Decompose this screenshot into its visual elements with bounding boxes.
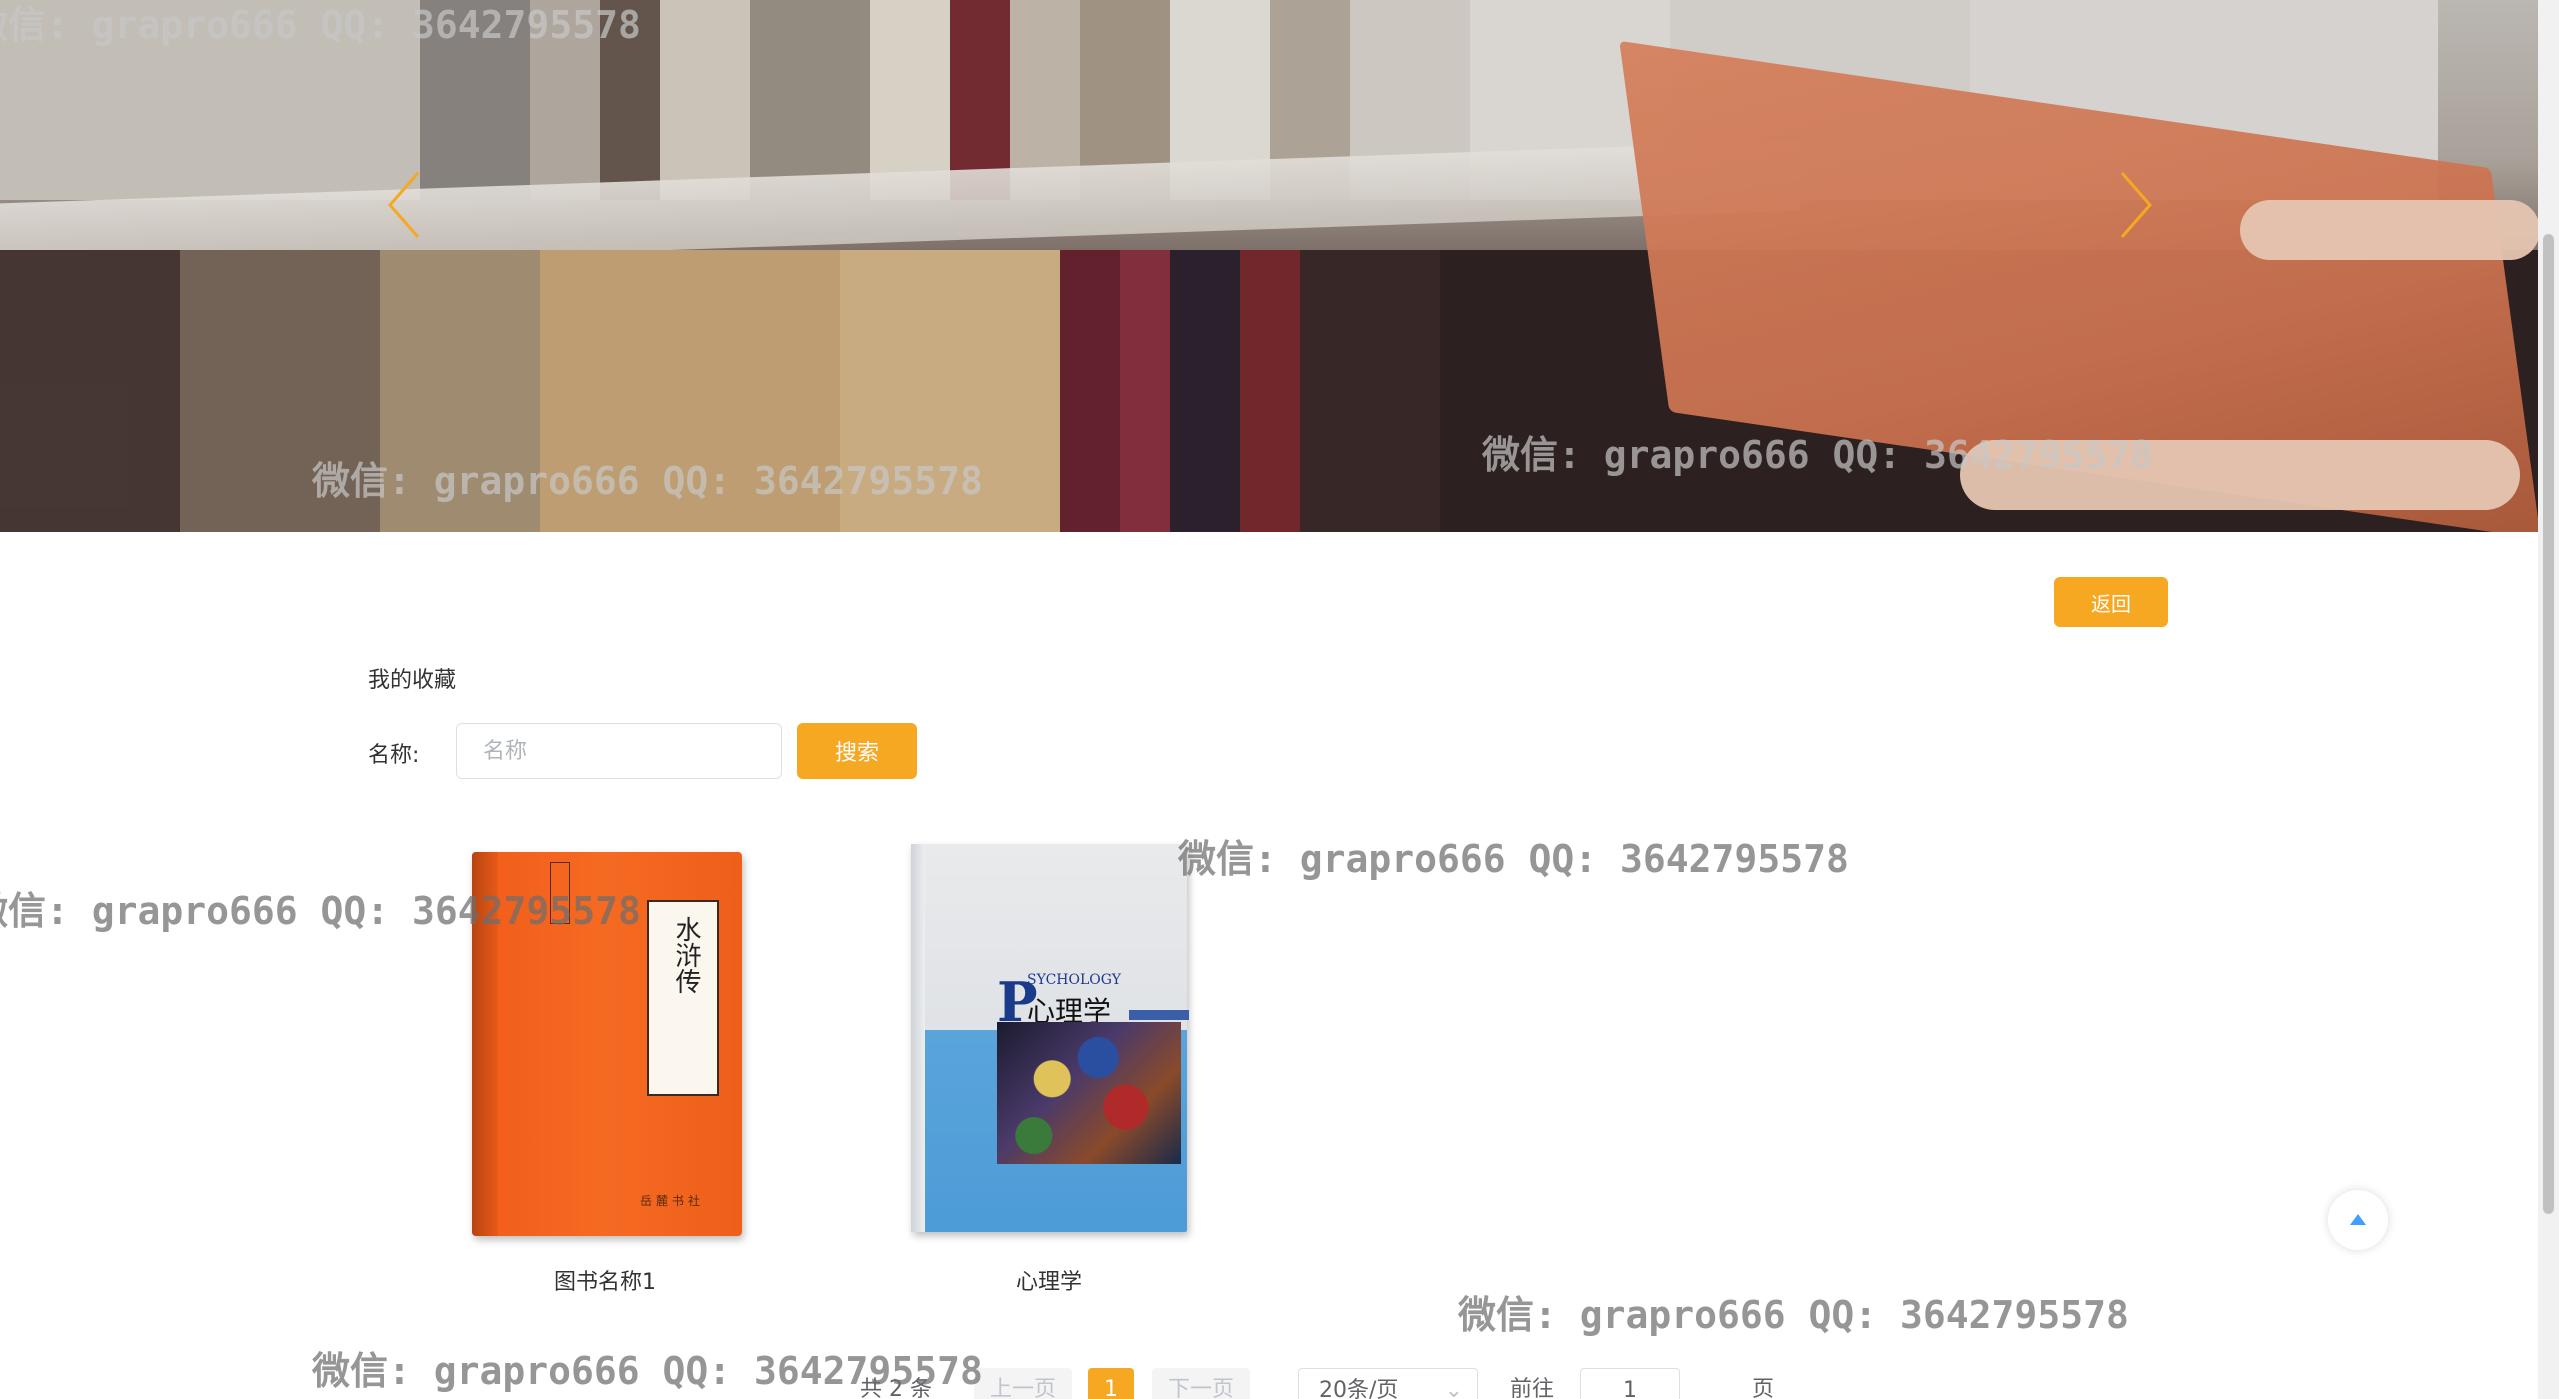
book-cover-image[interactable]: 水浒传 岳麓书社 bbox=[472, 852, 742, 1236]
goto-page-input[interactable]: 1 bbox=[1580, 1368, 1680, 1399]
goto-label: 前往 bbox=[1510, 1377, 1555, 1399]
chevron-right-icon[interactable] bbox=[2110, 165, 2160, 245]
book-title[interactable]: 图书名称1 bbox=[455, 1264, 755, 1296]
cover-publisher-text: 岳麓书社 bbox=[640, 1194, 705, 1208]
page-unit-label: 页 bbox=[1752, 1377, 1775, 1399]
page-size-value: 20条/页 bbox=[1319, 1378, 1399, 1399]
back-button[interactable]: 返回 bbox=[2054, 577, 2168, 627]
book-card[interactable]: 水浒传 岳麓书社 图书名称1 bbox=[455, 852, 755, 1295]
cover-title-en: SYCHOLOGY bbox=[1027, 972, 1121, 988]
page-title: 我的收藏 bbox=[368, 668, 457, 693]
cover-painting bbox=[997, 1022, 1181, 1164]
pagination: 共 2 条 上一页 1 下一页 20条/页 ⌄ 前往 1 页 bbox=[0, 1368, 2538, 1399]
book-cover-image[interactable]: P SYCHOLOGY 心理学 bbox=[911, 844, 1189, 1232]
chevron-left-icon[interactable] bbox=[380, 165, 430, 245]
chevron-down-icon: ⌄ bbox=[1444, 1378, 1463, 1399]
page-number-current[interactable]: 1 bbox=[1088, 1368, 1134, 1399]
book-title[interactable]: 心理学 bbox=[899, 1264, 1199, 1296]
search-input[interactable] bbox=[456, 723, 782, 779]
scrollbar-thumb[interactable] bbox=[2543, 234, 2554, 1214]
next-page-button[interactable]: 下一页 bbox=[1152, 1368, 1251, 1399]
pagination-total: 共 2 条 bbox=[860, 1377, 932, 1399]
page: 微信: grapro666 QQ: 3642795578 微信: grapro6… bbox=[0, 0, 2559, 1399]
scroll-to-top-button[interactable] bbox=[2328, 1190, 2388, 1250]
watermark: 微信: grapro666 QQ: 3642795578 bbox=[1178, 837, 1849, 881]
prev-page-button[interactable]: 上一页 bbox=[974, 1368, 1073, 1399]
cover-title-text: 水浒传 bbox=[671, 916, 701, 994]
page-size-select[interactable]: 20条/页 ⌄ bbox=[1298, 1368, 1478, 1399]
watermark: 微信: grapro666 QQ: 3642795578 bbox=[1458, 1293, 2129, 1337]
search-button[interactable]: 搜索 bbox=[797, 723, 917, 779]
search-label: 名称: bbox=[368, 743, 420, 768]
banner-carousel: 微信: grapro666 QQ: 3642795578 微信: grapro6… bbox=[0, 0, 2538, 532]
caret-up-icon bbox=[2350, 1214, 2366, 1225]
book-card[interactable]: P SYCHOLOGY 心理学 心理学 bbox=[899, 844, 1199, 1295]
